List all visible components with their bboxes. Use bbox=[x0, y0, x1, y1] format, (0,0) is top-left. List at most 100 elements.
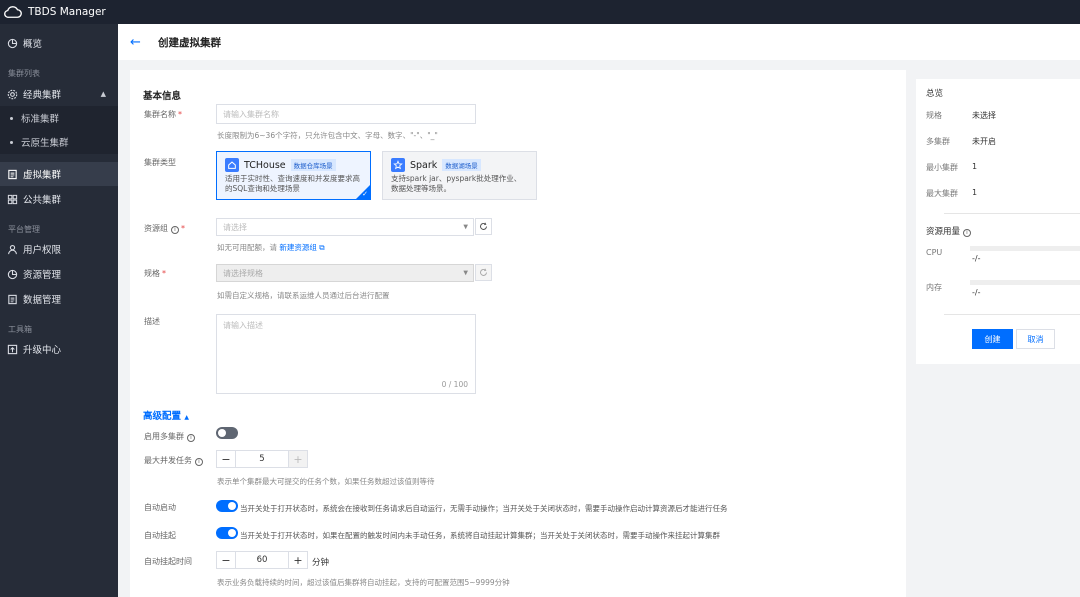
advanced-title-text: 高级配置 bbox=[143, 411, 182, 422]
spark-title: Spark 数据湖场景 bbox=[391, 158, 528, 172]
cluster-name-hint: 长度限制为6~36个字符，只允许包含中文、字母、数字、"-"、"_" bbox=[217, 131, 438, 140]
max-task-hint: 表示单个集群最大可提交的任务个数，如果任务数超过该值则等待 bbox=[217, 477, 435, 486]
back-arrow-icon[interactable]: ← bbox=[130, 35, 144, 50]
max-task-stepper[interactable]: − 5 + bbox=[216, 450, 308, 468]
advanced-config-toggle[interactable]: 高级配置 ▲ bbox=[143, 408, 189, 422]
chevron-up-icon: ▲ bbox=[100, 90, 106, 98]
sidebar-item-label: 云原生集群 bbox=[21, 138, 69, 149]
sidebar-item-overview[interactable]: 概览 bbox=[0, 31, 118, 55]
resource-group-hint: 如无可用配额，请 新建资源组 ⧉ bbox=[217, 242, 325, 253]
spark-badge: 数据湖场景 bbox=[442, 159, 481, 171]
sidebar-item-user-permissions[interactable]: 用户权限 bbox=[0, 237, 118, 261]
cancel-button[interactable]: 取消 bbox=[1016, 329, 1055, 349]
house-icon bbox=[225, 158, 239, 172]
hint-text: 如无可用配额，请 bbox=[217, 243, 277, 252]
sidebar-item-label: 虚拟集群 bbox=[23, 170, 62, 181]
multi-cluster-switch[interactable] bbox=[216, 427, 238, 439]
star-icon bbox=[391, 158, 405, 172]
sidebar-item-cloud-native[interactable]: 云原生集群 bbox=[0, 130, 118, 154]
document-icon bbox=[7, 294, 18, 305]
sidebar-item-virtual[interactable]: 虚拟集群 bbox=[0, 162, 118, 186]
document-icon bbox=[7, 169, 18, 180]
cluster-name-label: 集群名称 * bbox=[144, 109, 182, 120]
spec-select[interactable]: 请选择规格 ▼ bbox=[216, 264, 474, 282]
caret-down-icon: ▼ bbox=[463, 223, 468, 231]
app-title: TBDS Manager bbox=[28, 6, 106, 18]
check-icon: ✓ bbox=[362, 190, 368, 198]
sidebar-item-standard[interactable]: 标准集群 bbox=[0, 106, 118, 130]
decrement-button[interactable]: − bbox=[217, 552, 235, 568]
auto-suspend-label: 自动挂起 bbox=[144, 531, 176, 540]
sidebar-item-classic[interactable]: 经典集群 ▲ bbox=[0, 82, 118, 106]
placeholder-text: 请选择规格 bbox=[223, 268, 263, 278]
summary-min-label: 最小集群 bbox=[926, 163, 958, 172]
usage-title: 资源用量 i bbox=[926, 225, 972, 237]
auto-suspend-switch[interactable] bbox=[216, 527, 238, 539]
resource-group-label: 资源组 i * bbox=[144, 223, 185, 234]
create-button[interactable]: 创建 bbox=[972, 329, 1013, 349]
increment-button[interactable]: + bbox=[289, 451, 307, 467]
info-icon[interactable]: i bbox=[187, 433, 195, 442]
page-title: 创建虚拟集群 bbox=[158, 36, 221, 49]
suspend-time-unit: 分钟 bbox=[312, 558, 330, 568]
pie-chart-icon bbox=[7, 269, 18, 280]
max-task-value[interactable]: 5 bbox=[235, 451, 289, 467]
bullet-icon bbox=[10, 140, 13, 144]
sidebar-item-data-management[interactable]: 数据管理 bbox=[0, 287, 118, 311]
user-icon bbox=[7, 244, 18, 255]
placeholder-text: 请选择 bbox=[223, 222, 247, 232]
grid-icon bbox=[7, 194, 18, 205]
nav-group-tools: 工具箱 bbox=[8, 325, 32, 334]
sidebar-item-label: 概览 bbox=[23, 39, 43, 50]
info-icon[interactable]: i bbox=[963, 228, 972, 237]
char-counter: 0 / 100 bbox=[441, 380, 468, 389]
type-card-spark[interactable]: Spark 数据湖场景 支持spark jar、pyspark批处理作业、数据处… bbox=[382, 151, 537, 200]
nav-group-platform: 平台管理 bbox=[8, 225, 40, 234]
refresh-icon bbox=[480, 222, 487, 230]
cpu-value: -/- bbox=[972, 254, 981, 263]
decrement-button[interactable]: − bbox=[217, 451, 235, 467]
description-textarea[interactable]: 请输入描述 0 / 100 bbox=[216, 314, 476, 394]
summary-title: 总览 bbox=[926, 89, 944, 99]
external-link-icon[interactable]: ⧉ bbox=[319, 243, 324, 252]
basic-info-title: 基本信息 bbox=[143, 91, 182, 102]
cluster-name-input[interactable]: 请输入集群名称 bbox=[216, 104, 476, 124]
memory-label: 内存 bbox=[926, 283, 942, 292]
top-bar: TBDS Manager bbox=[0, 0, 1080, 24]
tchouse-desc: 适用于实时性、查询速度和并发度要求高的SQL查询和处理场景 bbox=[225, 174, 360, 193]
caret-up-icon: ▲ bbox=[184, 414, 189, 421]
max-task-label: 最大并发任务 i bbox=[144, 455, 203, 466]
cpu-label: CPU bbox=[926, 248, 943, 257]
suspend-time-hint: 表示业务负载持续的时间，超过该值后集群将自动挂起，支持的可配置范围5~9999分… bbox=[217, 578, 510, 587]
cloud-logo-icon bbox=[4, 6, 22, 18]
label-text: 规格 bbox=[144, 269, 160, 278]
suspend-time-value[interactable]: 60 bbox=[235, 552, 289, 568]
summary-divider-2 bbox=[944, 314, 1080, 315]
spec-refresh-button[interactable] bbox=[475, 264, 492, 281]
increment-button[interactable]: + bbox=[289, 552, 307, 568]
spark-desc: 支持spark jar、pyspark批处理作业、数据处理等场景。 bbox=[391, 174, 522, 193]
auto-start-label: 自动启动 bbox=[144, 503, 176, 512]
label-text: 资源组 bbox=[144, 224, 168, 233]
bullet-icon bbox=[10, 116, 13, 120]
pie-chart-icon bbox=[7, 38, 18, 49]
summary-multi-label: 多集群 bbox=[926, 137, 950, 146]
spec-label: 规格 * bbox=[144, 268, 166, 279]
summary-divider bbox=[944, 213, 1080, 214]
resource-group-select[interactable]: 请选择 ▼ bbox=[216, 218, 474, 236]
auto-suspend-desc: 当开关处于打开状态时，如果在配置的触发时间内未手动任务，系统将自动挂起计算集群；… bbox=[240, 531, 720, 540]
new-resource-group-link[interactable]: 新建资源组 bbox=[279, 243, 317, 252]
refresh-button[interactable] bbox=[475, 218, 492, 235]
auto-start-switch[interactable] bbox=[216, 500, 238, 512]
sidebar-item-upgrade-center[interactable]: 升级中心 bbox=[0, 337, 118, 361]
summary-multi-value: 未开启 bbox=[972, 137, 996, 146]
suspend-time-stepper[interactable]: − 60 + bbox=[216, 551, 308, 569]
spark-name: Spark bbox=[410, 159, 438, 171]
info-icon[interactable]: i bbox=[171, 225, 179, 234]
info-icon[interactable]: i bbox=[195, 457, 203, 466]
tchouse-title: TCHouse 数据仓库场景 bbox=[225, 158, 362, 172]
type-card-tchouse[interactable]: TCHouse 数据仓库场景 适用于实时性、查询速度和并发度要求高的SQL查询和… bbox=[216, 151, 371, 200]
cluster-type-label: 集群类型 bbox=[144, 158, 176, 167]
sidebar-item-resource-management[interactable]: 资源管理 bbox=[0, 262, 118, 286]
sidebar-item-public[interactable]: 公共集群 bbox=[0, 187, 118, 211]
